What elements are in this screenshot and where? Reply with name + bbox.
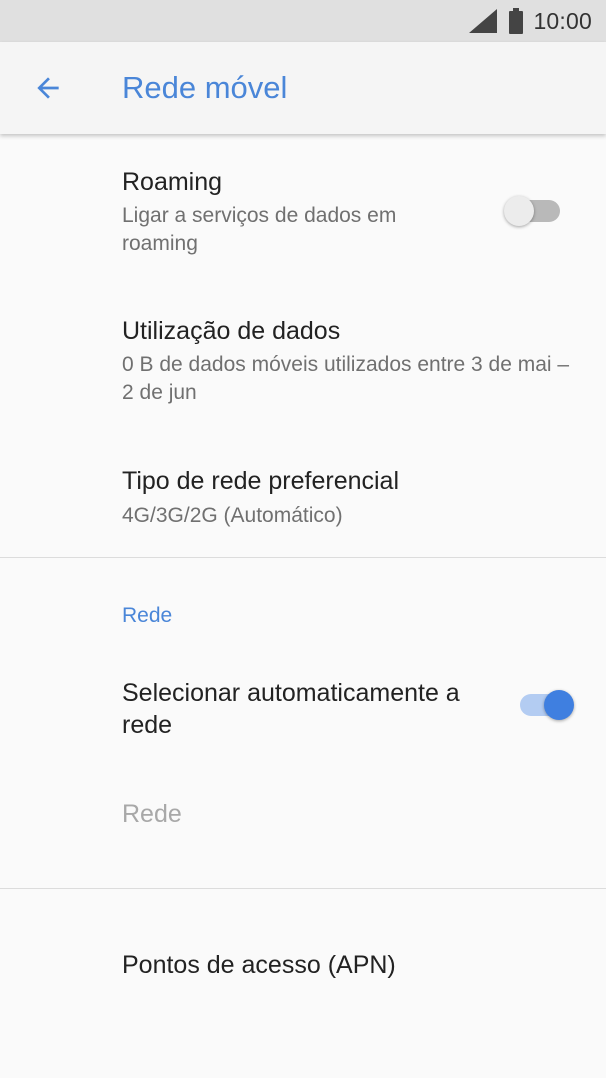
auto-select-network-setting[interactable]: Selecionar automaticamente a rede xyxy=(0,660,606,752)
page-title: Rede móvel xyxy=(122,70,288,105)
data-usage-summary: 0 B de dados móveis utilizados entre 3 d… xyxy=(122,353,570,404)
preferred-network-summary: 4G/3G/2G (Automático) xyxy=(122,504,343,527)
roaming-toggle[interactable] xyxy=(504,191,564,231)
cell-signal-icon xyxy=(469,9,498,33)
status-bar: 10:00 xyxy=(0,0,606,42)
divider xyxy=(0,888,606,889)
auto-select-network-title: Selecionar automaticamente a rede xyxy=(122,679,460,739)
battery-icon xyxy=(509,8,524,34)
roaming-toggle-thumb xyxy=(504,196,534,226)
status-icons: 10:00 xyxy=(467,0,592,42)
auto-select-network-toggle[interactable] xyxy=(516,685,576,725)
network-title: Rede xyxy=(122,800,182,828)
network-setting: Rede xyxy=(0,770,606,860)
divider xyxy=(0,557,606,558)
data-usage-title: Utilização de dados xyxy=(122,317,341,345)
status-time: 10:00 xyxy=(533,7,592,34)
preferred-network-setting[interactable]: Tipo de rede preferencial 4G/3G/2G (Auto… xyxy=(0,450,606,550)
apn-setting[interactable]: Pontos de acesso (APN) xyxy=(0,920,606,1010)
app-bar: Rede móvel xyxy=(0,42,606,134)
apn-title: Pontos de acesso (APN) xyxy=(122,951,396,979)
section-header-network: Rede xyxy=(122,604,173,627)
preferred-network-title: Tipo de rede preferencial xyxy=(122,467,400,495)
roaming-summary: Ligar a serviços de dados em roaming xyxy=(122,204,397,255)
back-button[interactable] xyxy=(28,68,68,108)
auto-select-toggle-thumb xyxy=(544,690,574,720)
roaming-title: Roaming xyxy=(122,168,223,196)
data-usage-setting[interactable]: Utilização de dados 0 B de dados móveis … xyxy=(0,300,606,432)
roaming-setting[interactable]: Roaming Ligar a serviços de dados em roa… xyxy=(0,150,606,282)
arrow-left-icon xyxy=(37,77,59,99)
